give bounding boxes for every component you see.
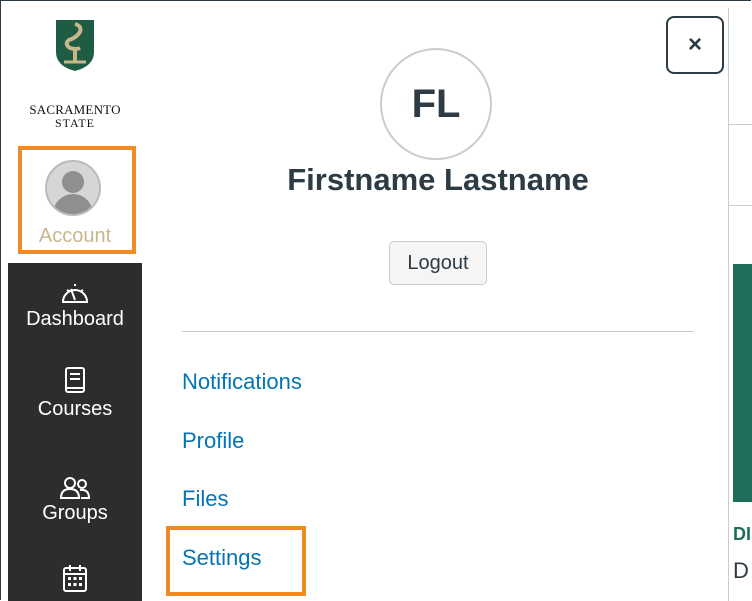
avatar-icon bbox=[45, 160, 101, 216]
global-nav: SACRAMENTO STATE Account Dashboard Cours… bbox=[8, 8, 142, 601]
nav-item-account[interactable]: Account bbox=[8, 146, 142, 263]
groups-icon bbox=[59, 477, 91, 499]
nav-item-label: Courses bbox=[37, 398, 113, 420]
background-card-text: D bbox=[733, 558, 749, 583]
calendar-icon bbox=[63, 565, 87, 592]
nav-item-label: Dashboard bbox=[26, 308, 124, 330]
background-divider bbox=[728, 205, 752, 206]
background-card-title: DI bbox=[733, 524, 751, 544]
logo-shield-icon bbox=[56, 20, 94, 71]
tray-divider bbox=[182, 331, 694, 332]
courses-icon bbox=[65, 367, 85, 393]
settings-highlight-box bbox=[166, 526, 306, 596]
link-notifications[interactable]: Notifications bbox=[182, 369, 302, 395]
nav-item-account-label: Account bbox=[38, 225, 112, 247]
dashboard-icon bbox=[61, 284, 89, 303]
nav-item-dashboard[interactable]: Dashboard bbox=[8, 278, 142, 331]
nav-item-courses[interactable]: Courses bbox=[8, 366, 142, 421]
close-tray-button[interactable]: × bbox=[666, 16, 724, 74]
nav-item-label: Groups bbox=[42, 502, 108, 524]
school-logo[interactable]: SACRAMENTO STATE bbox=[8, 8, 142, 146]
nav-item-calendar[interactable] bbox=[8, 563, 142, 593]
logo-text-line2: STATE bbox=[54, 116, 96, 130]
link-files[interactable]: Files bbox=[182, 486, 228, 512]
link-profile[interactable]: Profile bbox=[182, 428, 244, 454]
user-initials-avatar: FL bbox=[380, 48, 492, 160]
background-course-card-image bbox=[733, 264, 752, 502]
nav-item-groups[interactable]: Groups bbox=[8, 476, 142, 525]
logout-button[interactable]: Logout bbox=[389, 241, 487, 285]
background-divider bbox=[728, 124, 752, 125]
user-name: Firstname Lastname bbox=[287, 162, 589, 197]
